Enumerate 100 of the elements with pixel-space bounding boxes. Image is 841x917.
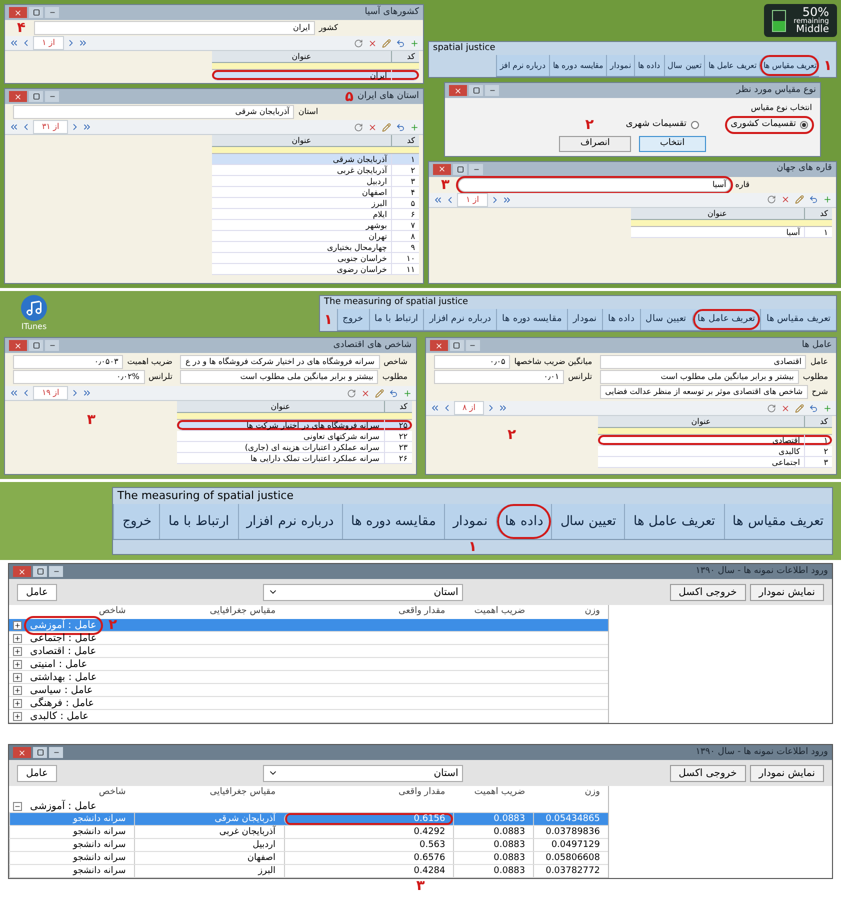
toolbar-button[interactable]: نمایش نمودار (750, 764, 824, 782)
grid-row[interactable]: ۲۶ سرانه عملکرد اعتبارات تملک دارایی ها (177, 453, 412, 464)
undo-icon[interactable] (396, 38, 405, 48)
menu-item[interactable]: درباره نرم افزار (423, 309, 496, 330)
scale-dropdown[interactable]: استان (263, 584, 464, 600)
menu-item[interactable]: مقایسه دوره ها (496, 309, 567, 330)
expand-icon[interactable] (13, 712, 22, 720)
menu-item[interactable]: ارتباط با ما (159, 504, 238, 539)
delete-icon[interactable] (781, 195, 790, 204)
minimize-button[interactable] (469, 164, 483, 174)
dialog-button[interactable]: انصراف (559, 136, 631, 152)
toolbar-button[interactable]: نمایش نمودار (750, 584, 824, 600)
menu-item[interactable]: درباره نرم افزار (238, 504, 342, 539)
menu-item[interactable]: مقایسه دوره ها (549, 55, 606, 76)
menu-item[interactable]: نمودار (444, 504, 496, 539)
grid-row[interactable]: ۱۰ خراسان جنوبی (212, 253, 419, 264)
grid-row[interactable]: ۱ آسیا (630, 226, 832, 238)
grid-row[interactable]: ایران (212, 70, 419, 81)
expand-icon[interactable] (13, 698, 22, 708)
menu-item[interactable]: تعریف عامل ها (624, 504, 724, 539)
grid-row[interactable]: ۲۲ سرانه شرکتهای تعاونی (177, 431, 412, 442)
value-field[interactable]: بیشتر و برابر میانگین ملی مطلوب است (600, 370, 799, 384)
delete-icon[interactable] (368, 122, 377, 132)
grid-row[interactable]: ۶ ایلام (212, 209, 419, 220)
menu-item[interactable]: تعریف عامل ها (692, 309, 760, 330)
minimize-button[interactable] (49, 566, 63, 577)
value-field[interactable]: ۰٫۰۵ (434, 355, 510, 369)
value-field[interactable]: آذربایجان شرقی (13, 105, 294, 119)
value-field[interactable]: ایران (34, 21, 315, 35)
value-field[interactable]: آسیا (458, 178, 732, 192)
grid-row[interactable]: ۲۳ سرانه عملکرد اعتبارات هزینه ای (جاری) (177, 442, 412, 453)
last-page-icon[interactable] (78, 38, 88, 48)
edit-icon[interactable] (374, 388, 384, 398)
menu-item[interactable]: نمودار (606, 55, 634, 76)
grid-row[interactable]: ۹ چهارمحال بختیاری (212, 242, 419, 253)
minimize-button[interactable] (45, 340, 59, 351)
expand-icon[interactable] (13, 686, 22, 694)
menu-item[interactable]: تعریف مقیاس ها (759, 55, 820, 76)
add-icon[interactable] (410, 38, 419, 48)
first-page-icon[interactable] (9, 388, 19, 398)
menu-item[interactable]: خروج (113, 504, 160, 539)
menu-item[interactable]: مقایسه دوره ها (342, 504, 444, 539)
menu-item[interactable]: تعریف مقیاس ها (760, 309, 836, 330)
maximize-button[interactable] (33, 747, 47, 758)
undo-icon[interactable] (809, 404, 818, 412)
value-field[interactable]: شاخص های اقتصادی موثر بر توسعه از منظر عدالت فضایی (600, 385, 808, 399)
minimize-button[interactable] (45, 7, 59, 18)
undo-icon[interactable] (396, 122, 405, 132)
menu-item[interactable]: تعیین سال (664, 55, 704, 76)
refresh-icon[interactable] (354, 38, 363, 48)
minimize-button[interactable] (466, 340, 480, 351)
undo-icon[interactable] (809, 195, 818, 204)
expand-icon[interactable] (13, 660, 22, 668)
menu-item[interactable]: ارتباط با ما (368, 309, 424, 330)
radio-option[interactable]: تقسیمات شهری (622, 118, 703, 132)
radio-option[interactable]: تقسیمات کشوری (726, 118, 812, 132)
grid-row[interactable]: ۱۱ خراسان رضوی (212, 264, 419, 275)
menu-item[interactable]: تعریف مقیاس ها (724, 504, 832, 539)
refresh-icon[interactable] (767, 404, 776, 412)
expand-icon[interactable] (13, 620, 22, 630)
group-row[interactable]: عامل : فرهنگی (9, 697, 608, 710)
music-app-icon[interactable] (21, 295, 47, 321)
edit-icon[interactable] (382, 38, 391, 48)
maximize-button[interactable] (450, 340, 464, 351)
menu-item[interactable]: نمودار (566, 309, 602, 330)
menu-item[interactable]: خروج (336, 309, 369, 330)
refresh-icon[interactable] (767, 195, 776, 204)
group-row[interactable]: عامل : کالبدی (9, 710, 608, 723)
collapse-icon[interactable] (13, 802, 22, 810)
edit-icon[interactable] (795, 195, 804, 204)
expand-icon[interactable] (13, 634, 22, 642)
value-field[interactable]: ۰٫۰۵۰۳ (13, 355, 124, 369)
group-chip[interactable]: عامل (17, 584, 57, 600)
add-icon[interactable] (402, 388, 412, 398)
grid-row[interactable]: ۵ البرز (212, 198, 419, 209)
minimize-button[interactable] (49, 747, 63, 758)
value-field[interactable]: اقتصادی (600, 355, 806, 369)
maximize-button[interactable] (33, 566, 47, 577)
minimize-button[interactable] (45, 91, 59, 102)
maximize-button[interactable] (453, 164, 467, 174)
group-row[interactable]: عامل : امنیتی (9, 658, 608, 671)
grid-row[interactable]: ۱ اقتصادی (598, 435, 832, 446)
menu-item[interactable]: تعیین سال (551, 504, 624, 539)
grid-row[interactable]: ۴ اصفهان (212, 187, 419, 198)
refresh-icon[interactable] (354, 122, 363, 132)
dialog-button[interactable]: انتخاب (638, 136, 706, 152)
group-row[interactable]: عامل : سیاسی (9, 684, 608, 697)
grid-row[interactable]: ۱ آذربایجان شرقی (212, 154, 419, 165)
grid-row[interactable]: ۲۵ سرانه فروشگاه های در اختیار شرکت ها (177, 420, 412, 431)
maximize-button[interactable] (29, 91, 43, 102)
last-page-icon[interactable] (82, 388, 92, 398)
value-field[interactable]: ۰٫۰۲% (13, 370, 145, 384)
menu-item[interactable]: داده ها (496, 504, 552, 539)
grid-row[interactable]: ۳ اردبیل (212, 176, 419, 187)
add-icon[interactable] (410, 122, 419, 132)
minimize-button[interactable] (485, 85, 499, 96)
grid-row[interactable]: ۸ تهران (212, 231, 419, 242)
grid-row[interactable]: ۲ آذربایجان غربی (212, 165, 419, 176)
grid-row[interactable]: ۷ بوشهر (212, 220, 419, 231)
last-page-icon[interactable] (498, 403, 508, 413)
